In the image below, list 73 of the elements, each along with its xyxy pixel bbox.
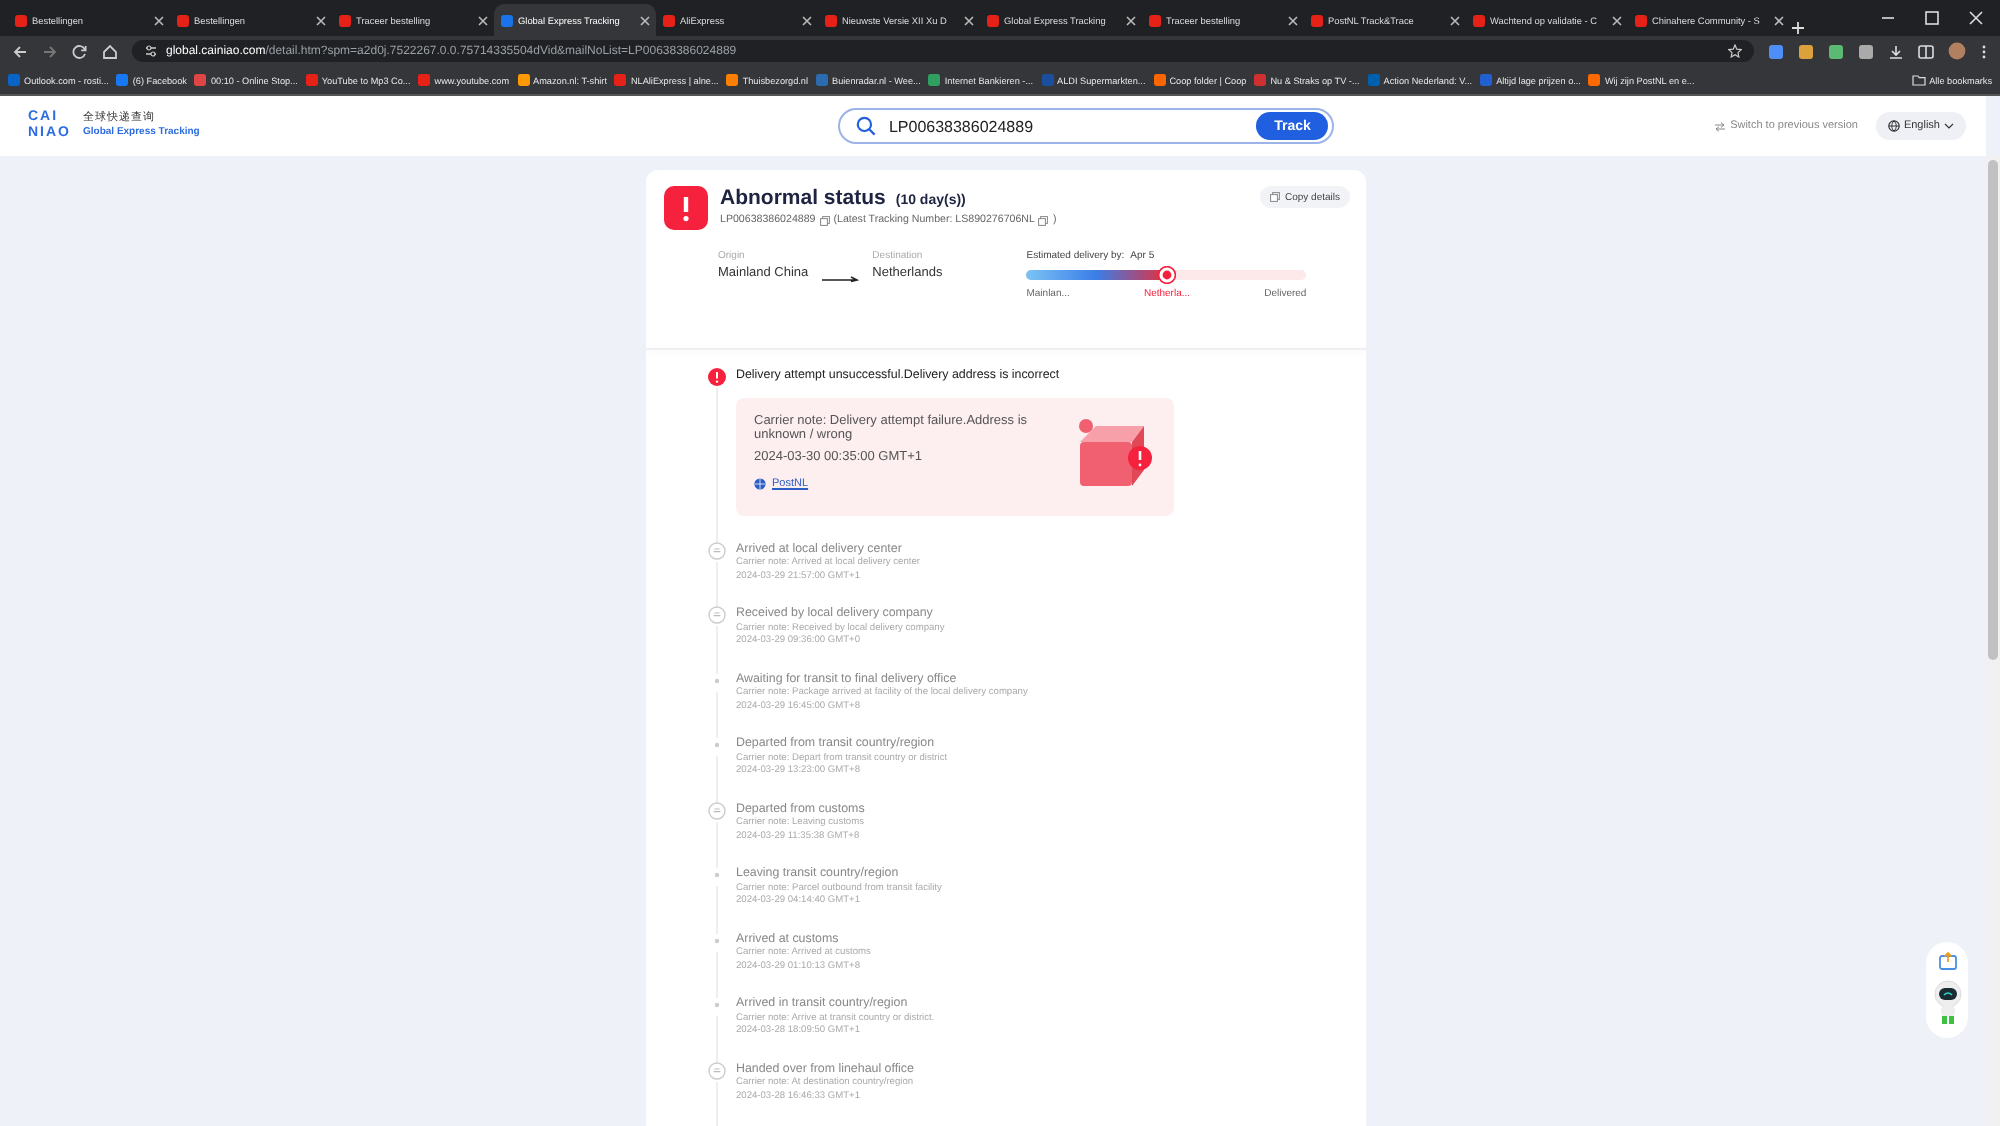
favicon-icon [1254, 74, 1267, 86]
favicon-icon [1472, 13, 1486, 27]
copy-icon[interactable] [1038, 215, 1049, 225]
step-circle-icon [708, 541, 726, 559]
robot-assistant-drawing[interactable] [1931, 978, 1963, 1026]
step-circle-icon [708, 1061, 726, 1079]
favicon-icon [1480, 74, 1493, 86]
progress-marker-icon [1158, 266, 1177, 284]
favicon-icon [14, 13, 28, 27]
favicon-icon [1634, 13, 1648, 27]
favicon-icon [986, 13, 1000, 27]
copy-icon[interactable] [1270, 192, 1281, 202]
side-panel-icon[interactable] [1918, 43, 1934, 59]
bookmark-star-icon[interactable] [1728, 44, 1742, 58]
alert-icon [664, 186, 708, 230]
share-icon[interactable] [1937, 952, 1957, 970]
favicon-icon [726, 74, 739, 86]
switch-icon [1714, 121, 1727, 131]
favicon-icon [338, 13, 352, 27]
alert-icon [708, 367, 726, 385]
favicon-icon [305, 74, 318, 86]
favicon-icon [1153, 74, 1166, 86]
favicon-icon [517, 74, 530, 86]
caret-icon [1944, 122, 1954, 130]
maximize-icon[interactable] [1924, 10, 1940, 26]
globe-icon [754, 478, 766, 490]
step-circle-icon [708, 801, 726, 819]
folder-icon [1911, 74, 1926, 86]
close-icon[interactable] [1450, 15, 1460, 25]
favicon-icon [418, 74, 431, 86]
arrow-icon [820, 270, 861, 286]
assistant-widget[interactable] [1926, 942, 1968, 1038]
favicon-icon [176, 13, 190, 27]
favicon-icon [116, 74, 129, 86]
copy-icon[interactable] [819, 215, 830, 225]
search-icon [856, 116, 877, 136]
download-icon[interactable] [1888, 43, 1904, 59]
close-icon[interactable] [964, 15, 974, 25]
favicon-icon [8, 74, 20, 86]
favicon-icon [928, 74, 941, 86]
new-tab-icon[interactable] [1790, 20, 1806, 36]
favicon-icon [824, 13, 838, 27]
favicon-icon [614, 74, 627, 86]
close-icon[interactable] [478, 15, 488, 25]
status-title: Abnormal status [720, 186, 886, 210]
favicon-icon [1148, 13, 1162, 27]
close-icon[interactable] [1612, 15, 1622, 25]
close-icon[interactable] [1126, 15, 1136, 25]
profile-avatar-icon[interactable] [1948, 42, 1966, 60]
favicon-icon [1310, 13, 1324, 27]
favicon-icon [194, 74, 207, 86]
globe-icon [1887, 120, 1900, 132]
scrollbar[interactable] [1986, 156, 2000, 1126]
close-icon[interactable] [316, 15, 326, 25]
close-icon[interactable] [1774, 15, 1784, 25]
close-icon[interactable] [1288, 15, 1298, 25]
menu-icon[interactable] [1980, 43, 1988, 59]
close-icon[interactable] [154, 15, 164, 25]
favicon-icon [1041, 74, 1054, 86]
close-icon[interactable] [802, 15, 812, 25]
close-icon[interactable] [1968, 10, 1984, 26]
favicon-icon [1367, 74, 1380, 86]
favicon-icon [500, 13, 514, 27]
favicon-icon [1588, 74, 1601, 86]
forward-icon[interactable] [42, 43, 58, 59]
site-settings-icon[interactable] [144, 44, 158, 58]
favicon-icon [662, 13, 676, 27]
home-icon[interactable] [102, 43, 118, 59]
favicon-icon [816, 74, 828, 86]
reload-icon[interactable] [72, 43, 88, 59]
step-circle-icon [708, 606, 726, 624]
back-icon[interactable] [12, 43, 28, 59]
close-icon[interactable] [640, 15, 650, 25]
